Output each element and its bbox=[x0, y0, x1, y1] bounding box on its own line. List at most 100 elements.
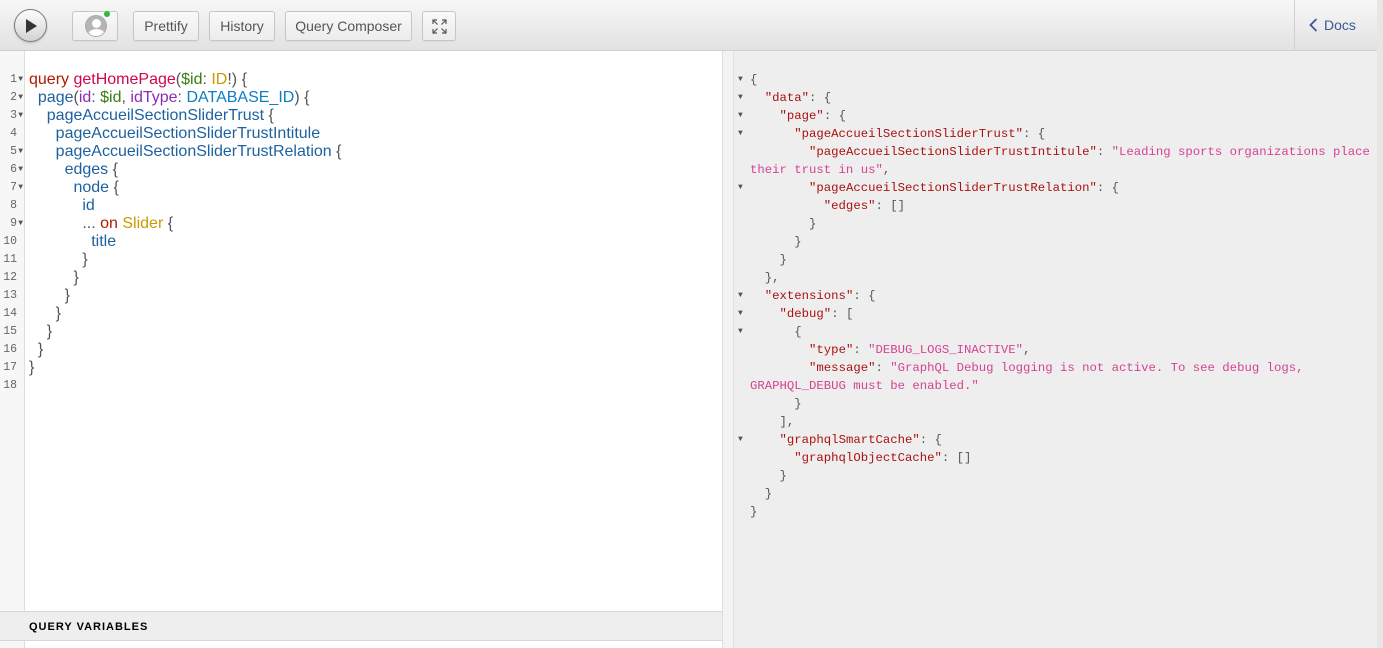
fold-arrow-icon[interactable]: ▼ bbox=[738, 287, 743, 305]
code-line: } bbox=[46, 323, 53, 340]
docs-button[interactable]: Docs bbox=[1309, 17, 1356, 33]
online-status-dot bbox=[104, 11, 110, 17]
result-line: } bbox=[750, 397, 802, 411]
line-number: 16 bbox=[3, 343, 17, 356]
result-line: GRAPHQL_DEBUG must be enabled." bbox=[750, 379, 979, 393]
code-line: page(id: $id, idType: DATABASE_ID) { bbox=[37, 89, 310, 106]
user-avatar-button[interactable] bbox=[72, 11, 118, 41]
line-number: 14 bbox=[3, 307, 17, 320]
line-number: 9 ▼ bbox=[0, 215, 25, 233]
code-line: pageAccueilSectionSliderTrust { bbox=[46, 107, 274, 124]
fold-arrow-icon[interactable]: ▼ bbox=[738, 179, 743, 197]
code-line: query getHomePage($id: ID!) { bbox=[29, 71, 247, 88]
result-line: "type": "DEBUG_LOGS_INACTIVE", bbox=[809, 343, 1031, 357]
query-variables-title: QUERY VARIABLES bbox=[29, 621, 149, 633]
query-variables-editor[interactable] bbox=[0, 641, 722, 648]
fold-arrow-icon[interactable]: ▼ bbox=[18, 215, 23, 233]
result-line: { bbox=[750, 73, 758, 87]
pane-resize-handle[interactable] bbox=[722, 51, 734, 648]
result-line: "graphqlObjectCache": [] bbox=[794, 451, 972, 465]
result-line: "pageAccueilSectionSliderTrust": { bbox=[794, 127, 1046, 141]
result-line: } bbox=[750, 253, 787, 267]
result-line: { bbox=[750, 325, 802, 339]
code-line: } bbox=[55, 305, 62, 322]
line-number: 5 ▼ bbox=[0, 143, 25, 161]
history-button[interactable]: History bbox=[209, 11, 275, 41]
result-line: "data": { bbox=[764, 91, 832, 105]
code-line: pageAccueilSectionSliderTrustIntitule bbox=[55, 125, 321, 142]
fold-arrow-icon[interactable]: ▼ bbox=[738, 89, 743, 107]
query-variables-gutter bbox=[0, 641, 25, 648]
line-number: 7 ▼ bbox=[0, 179, 25, 197]
result-line: "page": { bbox=[779, 109, 846, 123]
prettify-button[interactable]: Prettify bbox=[133, 11, 199, 41]
line-number: 3 ▼ bbox=[0, 107, 25, 125]
fold-arrow-icon[interactable]: ▼ bbox=[18, 179, 23, 197]
result-line: "extensions": { bbox=[764, 289, 876, 303]
code-line: } bbox=[64, 287, 70, 304]
docs-label: Docs bbox=[1324, 17, 1356, 33]
line-number: 18 bbox=[3, 379, 17, 392]
query-editor[interactable]: 1 ▼ 2 ▼ 3 ▼ 4 5 ▼ 6 ▼ 7 ▼ 8 9 ▼ 10 11 12 13 14 15 16 17 18 query… bbox=[0, 51, 722, 611]
fullscreen-button[interactable] bbox=[422, 11, 456, 41]
fold-arrow-icon[interactable]: ▼ bbox=[18, 161, 23, 179]
fold-arrow-icon[interactable]: ▼ bbox=[738, 71, 743, 89]
scrollbar[interactable] bbox=[1377, 0, 1383, 648]
line-number-gutter: 1 ▼ 2 ▼ 3 ▼ 4 5 ▼ 6 ▼ 7 ▼ 8 9 ▼ 10 11 12 13 14 15 16 17 18 bbox=[0, 51, 25, 611]
chevron-left-icon bbox=[1309, 18, 1318, 32]
query-variables-bar[interactable]: QUERY VARIABLES bbox=[0, 611, 722, 641]
query-composer-button[interactable]: Query Composer bbox=[285, 11, 412, 41]
line-number: 1 ▼ bbox=[0, 71, 25, 89]
code-line: node { bbox=[73, 179, 119, 196]
code-line: } bbox=[82, 251, 88, 268]
result-line: "pageAccueilSectionSliderTrustRelation":… bbox=[809, 181, 1119, 195]
line-number: 12 bbox=[3, 271, 17, 284]
result-line: } bbox=[750, 505, 758, 519]
fold-arrow-icon[interactable]: ▼ bbox=[738, 323, 743, 341]
avatar bbox=[85, 15, 107, 37]
play-icon bbox=[26, 19, 37, 33]
fold-arrow-icon[interactable]: ▼ bbox=[18, 89, 23, 107]
fold-arrow-icon[interactable]: ▼ bbox=[738, 107, 743, 125]
line-number: 13 bbox=[3, 289, 17, 302]
result-line: } bbox=[750, 487, 773, 501]
code-line: title bbox=[91, 233, 117, 250]
fold-arrow-icon[interactable]: ▼ bbox=[18, 143, 23, 161]
result-viewer: { "data": { "page": { "pageAccueilSectio… bbox=[734, 51, 1377, 648]
code-line: } bbox=[73, 269, 79, 286]
fold-arrow-icon[interactable]: ▼ bbox=[18, 107, 23, 125]
line-number: 2 ▼ bbox=[0, 89, 25, 107]
result-line: } bbox=[750, 217, 817, 231]
result-line: } bbox=[750, 235, 802, 249]
line-number: 4 bbox=[10, 127, 17, 140]
code-line: edges { bbox=[64, 161, 118, 178]
result-line: "debug": [ bbox=[779, 307, 854, 321]
line-number: 8 bbox=[10, 199, 17, 212]
result-line: } bbox=[750, 469, 787, 483]
fold-arrow-icon[interactable]: ▼ bbox=[738, 305, 743, 323]
line-number: 6 ▼ bbox=[0, 161, 25, 179]
toolbar: Prettify History Query Composer Docs bbox=[0, 0, 1377, 51]
line-number: 10 bbox=[3, 235, 17, 248]
fold-arrow-icon[interactable]: ▼ bbox=[738, 431, 743, 449]
result-line: their trust in us", bbox=[750, 163, 891, 177]
expand-icon bbox=[432, 19, 447, 34]
result-line: "message": "GraphQL Debug logging is not… bbox=[809, 361, 1304, 375]
code-line: } bbox=[29, 359, 35, 376]
fold-arrow-icon[interactable]: ▼ bbox=[738, 125, 743, 143]
fold-arrow-icon[interactable]: ▼ bbox=[18, 71, 23, 89]
line-number: 17 bbox=[3, 361, 17, 374]
result-line: "graphqlSmartCache": { bbox=[779, 433, 942, 447]
code-line: ... on Slider { bbox=[82, 215, 174, 232]
result-line: ], bbox=[750, 415, 795, 429]
code-line: pageAccueilSectionSliderTrustRelation { bbox=[55, 143, 342, 160]
code-line: } bbox=[37, 341, 44, 358]
result-line: }, bbox=[750, 271, 780, 285]
code-line: id bbox=[82, 197, 95, 214]
docs-panel-toggle: Docs bbox=[1294, 0, 1377, 51]
line-number: 11 bbox=[3, 253, 17, 266]
result-line: "pageAccueilSectionSliderTrustIntitule":… bbox=[809, 145, 1370, 159]
line-number: 15 bbox=[3, 325, 17, 338]
result-line: "edges": [] bbox=[823, 199, 905, 213]
execute-query-button[interactable] bbox=[14, 9, 47, 42]
